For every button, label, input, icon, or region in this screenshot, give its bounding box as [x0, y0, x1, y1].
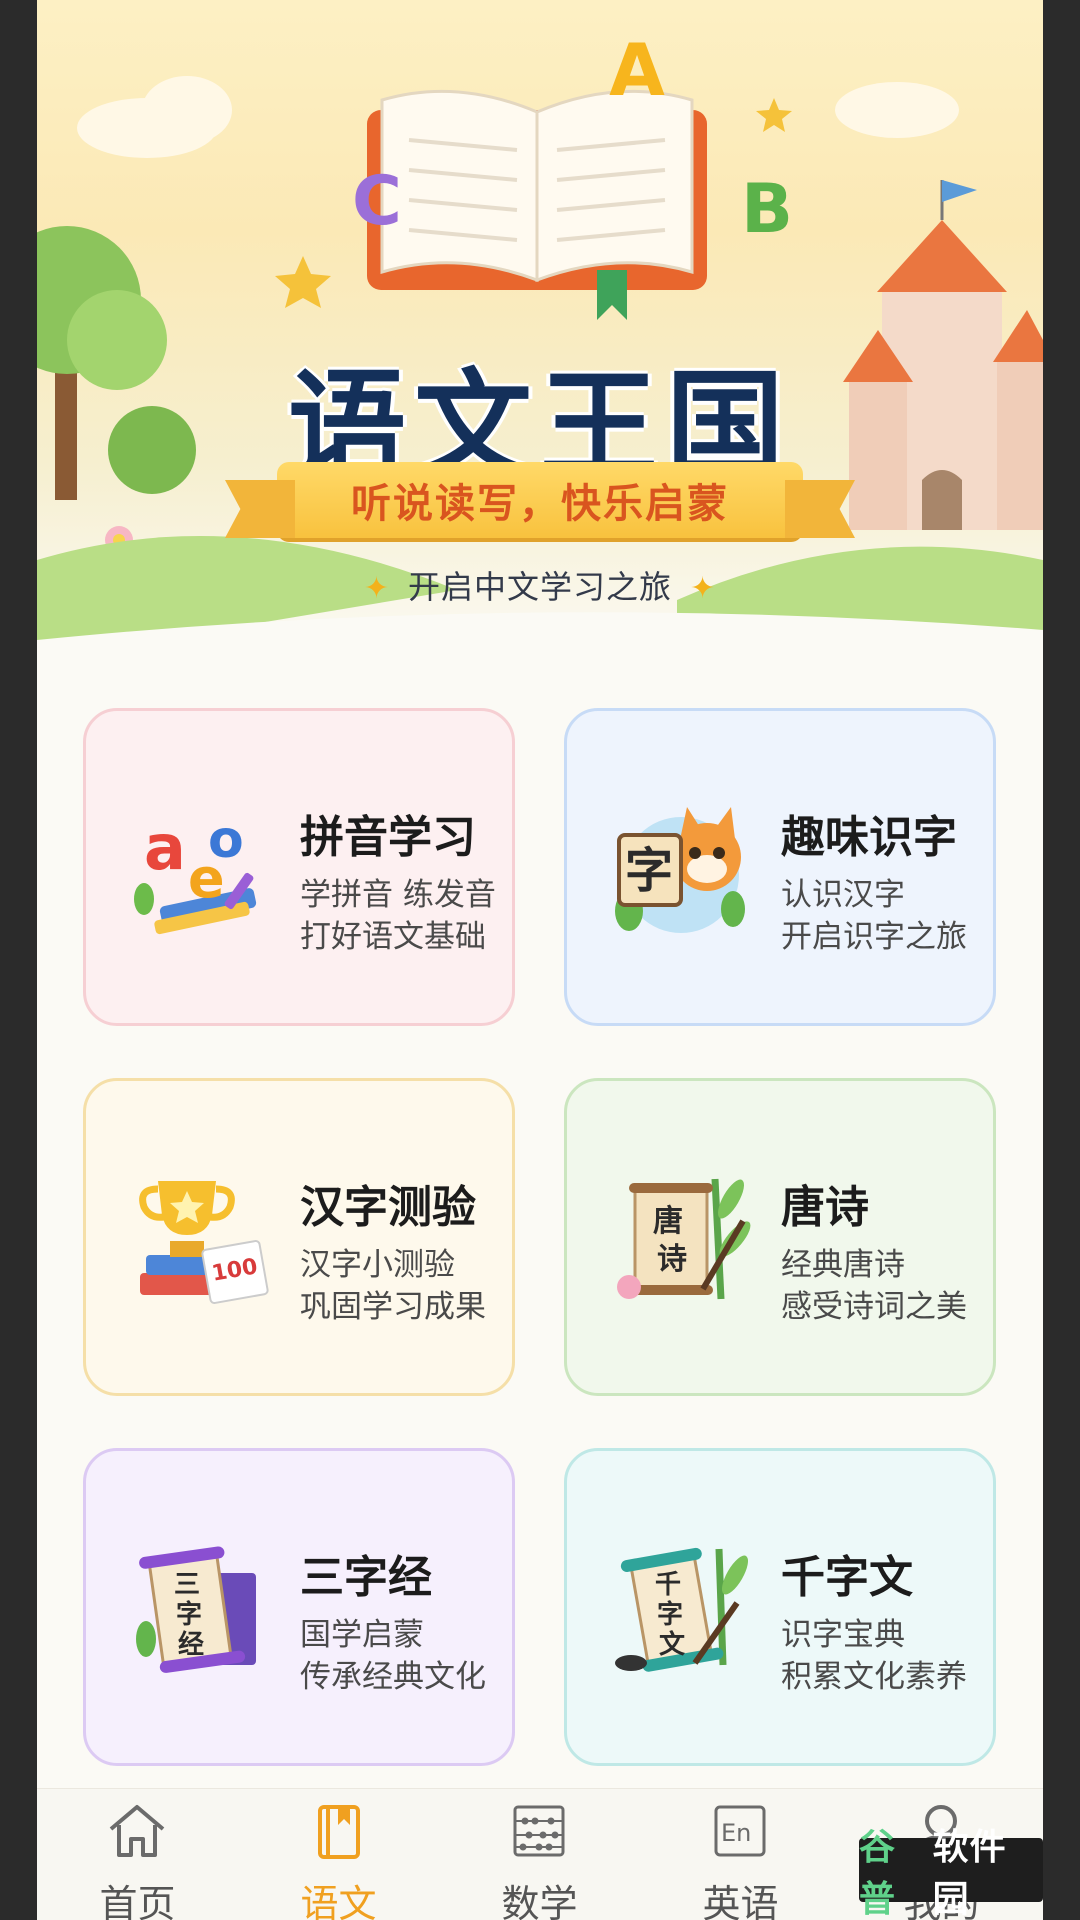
nav-home[interactable]: 首页 — [37, 1789, 238, 1920]
watermark-logo: 谷普 软件园 — [859, 1827, 1043, 1920]
pinyin-letter-o: o — [208, 810, 244, 870]
nav-label: 数学 — [501, 1882, 578, 1920]
cat-character-card-icon: 字 — [611, 799, 751, 939]
nav-label: 首页 — [99, 1882, 176, 1920]
card-desc-line2: 感受诗词之美 — [781, 1289, 967, 1325]
character-card-glyph: 字 — [625, 843, 673, 899]
slogan-text: 听说读写，快乐启蒙 — [351, 481, 729, 527]
home-icon — [109, 1805, 165, 1857]
scroll-glyph: 字 — [657, 1599, 683, 1630]
en-icon: En — [714, 1805, 766, 1857]
scroll-glyph: 诗 — [657, 1242, 687, 1277]
card-desc-line2: 巩固学习成果 — [300, 1289, 486, 1325]
nav-label: 语文 — [300, 1882, 377, 1920]
letter-b-icon: B — [741, 170, 793, 249]
banner-subtitle: ✦ 开启中文学习之旅 ✦ — [37, 562, 1043, 608]
letter-a-icon: A — [609, 28, 665, 112]
card-title: 趣味识字 — [781, 812, 957, 863]
watermark-part2: 软件园 — [932, 1827, 1007, 1920]
scroll-glyph: 字 — [176, 1599, 202, 1630]
card-desc-line1: 经典唐诗 — [781, 1247, 905, 1283]
subtitle-text: 开启中文学习之旅 — [407, 568, 672, 606]
watermark-part1: 谷普 — [859, 1827, 897, 1920]
card-desc-line1: 汉字小测验 — [300, 1247, 455, 1283]
scroll-glyph: 唐 — [653, 1204, 683, 1239]
scroll-glyph: 三 — [174, 1570, 200, 1600]
sparkle-icon: ✦ — [363, 571, 390, 606]
card-desc-line2: 传承经典文化 — [300, 1659, 486, 1695]
app-screen: A B C 语文王国 听说读写，快乐启蒙 ✦ 开启中文学习之旅 ✦ a e o 拼音… — [37, 0, 1043, 1920]
card-pinyin[interactable]: a e o 拼音学习 学拼音 练发音 打好语文基础 — [83, 708, 515, 1026]
nav-label: 英语 — [702, 1882, 779, 1920]
card-character-quiz[interactable]: 100 汉字测验 汉字小测验 巩固学习成果 — [83, 1078, 515, 1396]
card-fun-characters[interactable]: 字 趣味识字 认识汉字 开启识字之旅 — [564, 708, 996, 1026]
card-three-character-classic[interactable]: 三 字 经 三字经 国学启蒙 传承经典文化 — [83, 1448, 515, 1766]
hero-banner: A B C 语文王国 听说读写，快乐启蒙 ✦ 开启中文学习之旅 ✦ — [37, 0, 1043, 660]
pinyin-letter-a: a — [144, 811, 186, 884]
slogan-ribbon: 听说读写，快乐启蒙 — [225, 462, 855, 538]
card-desc-line2: 开启识字之旅 — [781, 919, 967, 955]
card-title: 千字文 — [781, 1552, 913, 1603]
abacus-icon — [513, 1805, 565, 1857]
nav-english[interactable]: En 英语 — [640, 1789, 841, 1920]
thousand-character-scroll-icon: 千 字 文 — [611, 1539, 751, 1679]
pinyin-aoe-icon: a e o — [130, 799, 270, 939]
card-tang-poetry[interactable]: 唐 诗 唐诗 经典唐诗 感受诗词之美 — [564, 1078, 996, 1396]
card-desc-line2: 打好语文基础 — [300, 919, 486, 955]
en-icon-text: En — [721, 1819, 751, 1847]
card-thousand-character-classic[interactable]: 千 字 文 千字文 识字宝典 积累文化素养 — [564, 1448, 996, 1766]
card-title: 唐诗 — [781, 1182, 869, 1233]
card-title: 三字经 — [300, 1552, 432, 1603]
nav-chinese[interactable]: 语文 — [238, 1789, 439, 1920]
card-desc-line1: 认识汉字 — [781, 877, 905, 913]
sparkle-icon: ✦ — [690, 571, 717, 606]
scroll-glyph: 经 — [178, 1629, 204, 1660]
card-title: 拼音学习 — [300, 812, 476, 863]
scroll-glyph: 文 — [659, 1629, 686, 1660]
card-desc-line1: 识字宝典 — [781, 1617, 905, 1653]
three-character-classic-scroll-icon: 三 字 经 — [130, 1539, 270, 1679]
tang-poetry-scroll-icon: 唐 诗 — [611, 1169, 751, 1309]
letter-c-icon: C — [352, 162, 402, 241]
book-icon — [318, 1805, 360, 1859]
trophy-books-icon: 100 — [130, 1169, 270, 1309]
scroll-glyph: 千 — [655, 1570, 681, 1600]
card-desc-line1: 国学启蒙 — [300, 1617, 424, 1653]
card-desc-line2: 积累文化素养 — [781, 1659, 967, 1695]
card-desc-line1: 学拼音 练发音 — [300, 877, 496, 913]
nav-math[interactable]: 数学 — [439, 1789, 640, 1920]
card-title: 汉字测验 — [300, 1182, 476, 1233]
